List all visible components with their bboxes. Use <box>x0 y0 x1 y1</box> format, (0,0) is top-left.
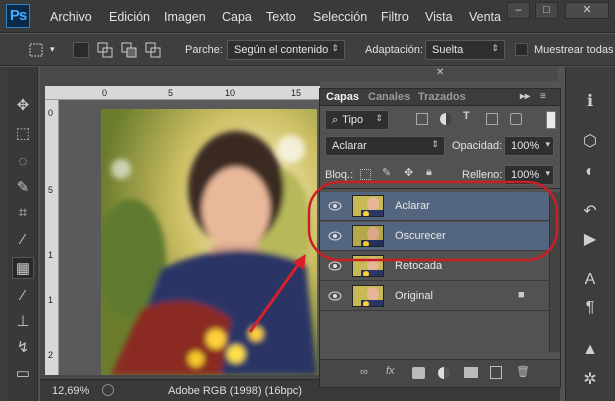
navigator-icon[interactable]: ✲ <box>576 367 604 393</box>
highlight-ellipse <box>307 180 559 262</box>
adjustments-panel-icon[interactable]: ◐ <box>576 159 604 185</box>
character-panel-icon[interactable]: A <box>576 267 604 293</box>
annotation-overlay <box>248 180 559 333</box>
brush-presets-icon[interactable]: ▲ <box>576 337 604 363</box>
3d-panel-icon[interactable]: ⬡ <box>576 129 604 155</box>
annotation-arrow <box>248 261 302 333</box>
actions-panel-icon[interactable]: ▶ <box>576 227 604 253</box>
info-panel-icon[interactable]: ℹ <box>576 89 604 115</box>
paragraph-panel-icon[interactable]: ¶ <box>576 295 604 321</box>
history-panel-icon[interactable]: ↶ <box>576 199 604 225</box>
right-dock: ℹ ⬡ ◐ ↶ ▶ A ¶ ▲ ✲ <box>565 67 615 401</box>
